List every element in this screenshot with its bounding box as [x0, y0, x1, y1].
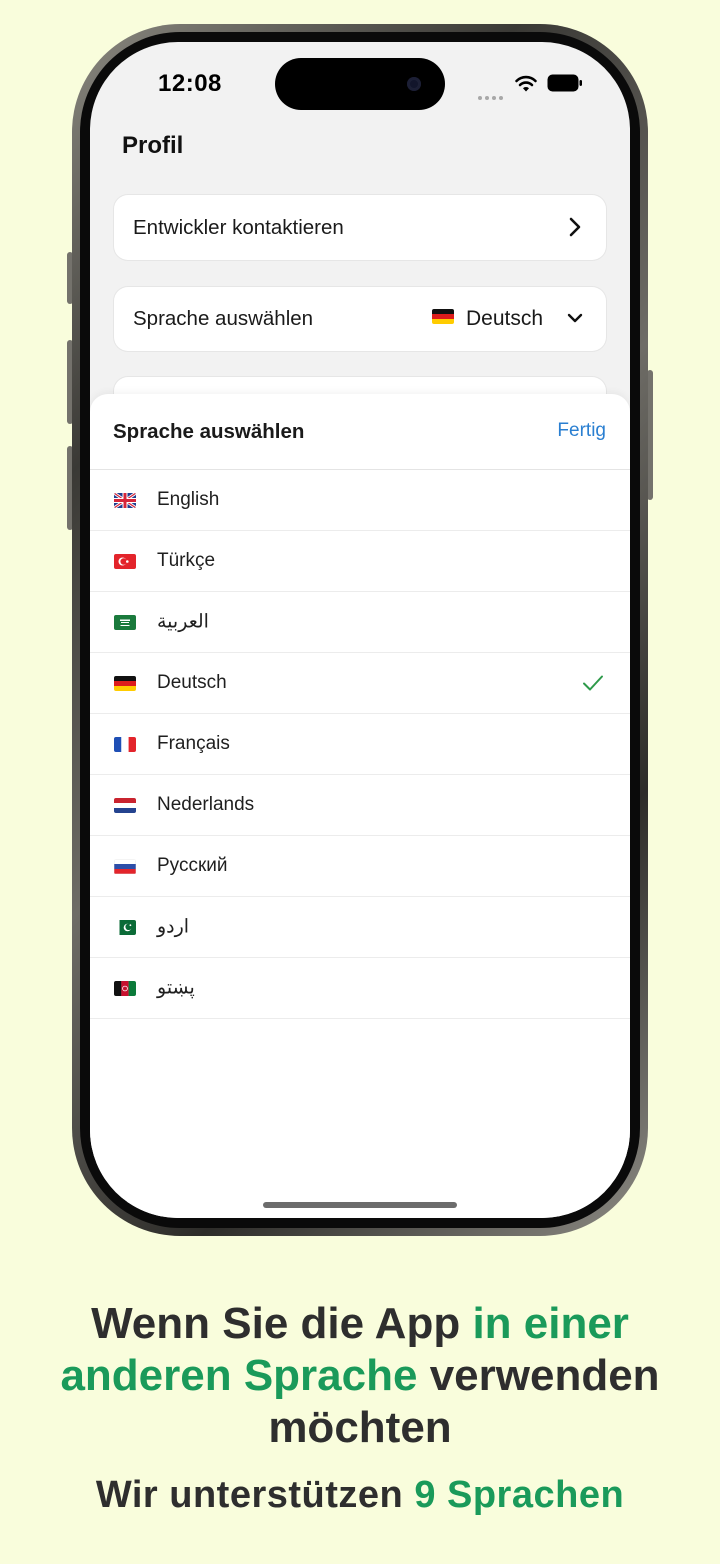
language-select-row[interactable]: Sprache auswählen Deutsch — [114, 287, 606, 351]
language-select-label: Sprache auswählen — [133, 307, 314, 330]
chevron-right-icon — [569, 217, 581, 237]
language-label: پښتو — [157, 977, 195, 999]
afghanistan-flag-icon — [114, 981, 136, 996]
turkey-flag-icon — [114, 554, 136, 569]
language-option-german[interactable]: Deutsch — [90, 653, 630, 714]
language-label: Français — [157, 733, 230, 754]
done-button[interactable]: Fertig — [557, 420, 606, 442]
language-sheet: Sprache auswählen Fertig English Türkçe … — [90, 394, 630, 1218]
language-option-french[interactable]: Français — [90, 714, 630, 775]
language-option-english[interactable]: English — [90, 470, 630, 531]
battery-icon — [547, 74, 582, 92]
page-title: Profil — [122, 132, 184, 159]
headline-text: Wenn Sie die App — [91, 1299, 473, 1348]
language-label: Русский — [157, 855, 228, 876]
pakistan-flag-icon — [114, 920, 136, 935]
wifi-icon — [515, 75, 537, 92]
language-select-value: Deutsch — [466, 307, 544, 330]
subhead-text: Wir unterstützen — [95, 1474, 415, 1516]
headline: Wenn Sie die App in einer anderen Sprach… — [0, 1298, 720, 1454]
france-flag-icon — [114, 737, 136, 752]
saudi-flag-icon — [114, 615, 136, 630]
russia-flag-icon — [114, 859, 136, 874]
phone-screen: 12:08 Profil Entwickler kontaktieren Spr… — [90, 42, 630, 1218]
language-list: English Türkçe العربية Deutsch Français … — [90, 470, 630, 1019]
subhead-accent: 9 Sprachen — [414, 1474, 625, 1516]
subheadline: Wir unterstützen 9 Sprachen — [0, 1474, 720, 1517]
sheet-title: Sprache auswählen — [113, 420, 305, 443]
checkmark-icon — [583, 675, 603, 691]
status-time: 12:08 — [158, 70, 222, 97]
uk-flag-icon — [114, 493, 136, 508]
language-option-pashto[interactable]: پښتو — [90, 958, 630, 1019]
language-option-russian[interactable]: Русский — [90, 836, 630, 897]
language-label: اردو — [157, 916, 190, 938]
language-option-urdu[interactable]: اردو — [90, 897, 630, 958]
german-flag-icon — [114, 676, 136, 691]
language-option-arabic[interactable]: العربية — [90, 592, 630, 653]
chevron-down-icon — [567, 313, 583, 323]
language-label: Deutsch — [157, 672, 227, 693]
contact-developer-row[interactable]: Entwickler kontaktieren — [114, 195, 606, 260]
language-option-turkish[interactable]: Türkçe — [90, 531, 630, 592]
home-indicator[interactable] — [263, 1202, 457, 1208]
language-label: العربية — [157, 611, 209, 633]
language-label: Türkçe — [157, 550, 216, 571]
netherlands-flag-icon — [114, 798, 136, 813]
language-label: English — [157, 489, 220, 510]
language-label: Nederlands — [157, 794, 255, 815]
german-flag-icon — [432, 309, 454, 324]
language-option-dutch[interactable]: Nederlands — [90, 775, 630, 836]
signal-icon — [478, 87, 506, 105]
contact-developer-label: Entwickler kontaktieren — [133, 215, 344, 239]
camera-icon — [407, 77, 421, 91]
